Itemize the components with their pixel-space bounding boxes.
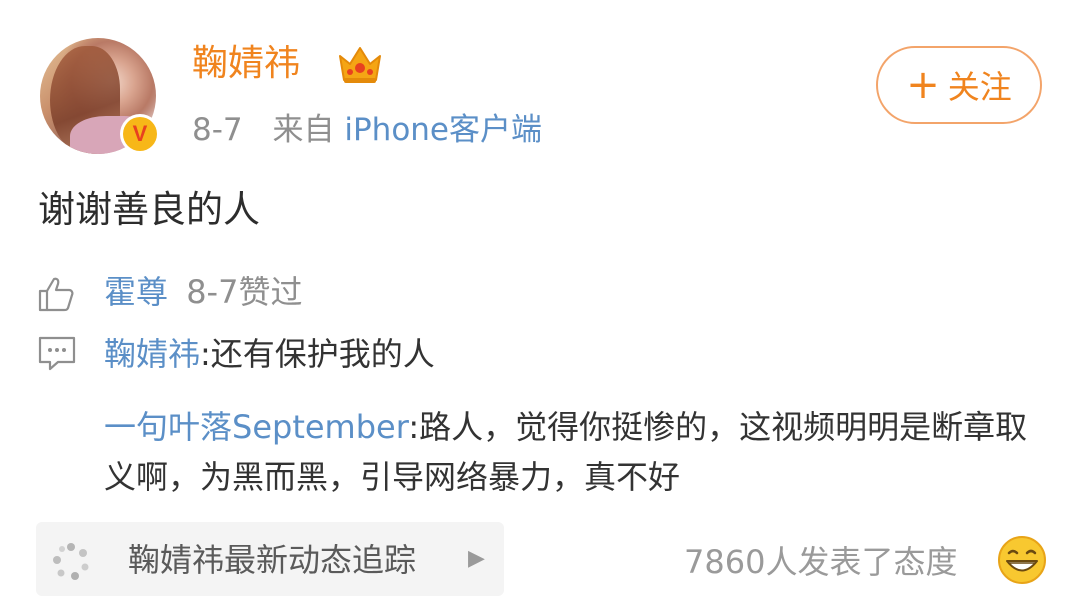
source-prefix: 来自 [272,112,335,148]
comment-item: 鞠婧祎:还有保护我的人 [104,332,435,376]
post-content: 谢谢善良的人 [38,188,260,231]
comment-user[interactable]: 一句叶落September [104,408,408,446]
post-date: 8-7 [192,112,243,148]
grin-emoji-icon[interactable] [996,534,1048,586]
comment-user[interactable]: 鞠婧祎 [104,335,200,373]
like-text: 8-7赞过 [186,273,303,311]
comment-icon [38,336,76,371]
likes-row: 霍尊 8-7赞过 [104,270,302,314]
follow-label: 关注 [947,68,1012,106]
verified-v-icon: V [120,114,160,154]
attitude-count[interactable]: 7860人发表了态度 [684,540,957,584]
crown-icon [339,47,381,83]
thumbs-up-icon [38,277,74,312]
username[interactable]: 鞠婧祎 [192,40,300,88]
comment-text: :还有保护我的人 [200,335,435,373]
tracker-label: 鞠婧祎最新动态追踪 [128,541,417,579]
comment-item: 一句叶落September:路人，觉得你挺惨的，这视频明明是断章取义啊，为黑而黑… [104,402,1054,502]
like-user[interactable]: 霍尊 [104,273,168,311]
post-source[interactable]: iPhone客户端 [344,112,542,148]
plus-icon: + [906,62,940,108]
play-arrow-icon: ▶ [468,546,485,571]
sparkle-icon [53,543,89,580]
follow-button[interactable]: + 关注 [876,46,1042,124]
post-meta: 8-7 来自 iPhone客户端 [192,110,542,150]
